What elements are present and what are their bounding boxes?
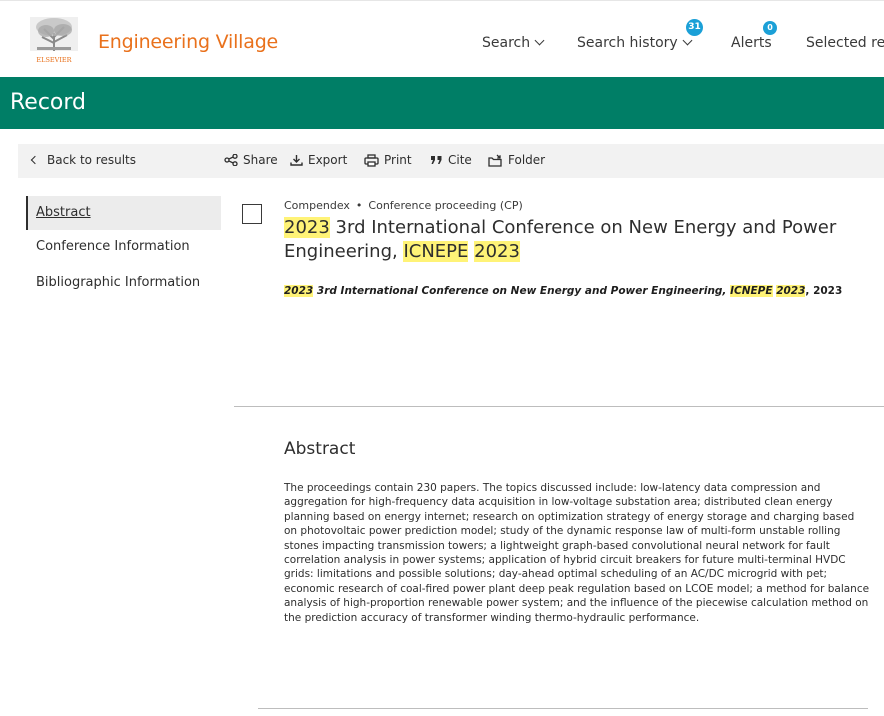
record-title: 2023 3rd International Conference on New… [284,216,844,264]
app-title[interactable]: Engineering Village [98,31,278,53]
cite-label: Cite [448,153,472,167]
alerts-count-badge: 0 [763,21,777,35]
printer-icon [364,153,379,167]
print-label: Print [384,153,412,167]
citation-line: 2023 3rd International Conference on New… [284,285,842,297]
share-icon [224,154,238,166]
citation-highlight: ICNEPE [730,285,773,297]
download-icon [290,155,303,166]
nav-alerts[interactable]: Alerts [731,35,772,51]
sidebar-item-bibliographic-information[interactable]: Bibliographic Information [26,266,221,300]
sidebar-item-abstract[interactable]: Abstract [26,196,221,230]
title-highlight: ICNEPE [403,241,469,262]
svg-text:ELSEVIER: ELSEVIER [36,56,72,64]
nav-search-history[interactable]: Search history [577,35,693,51]
export-label: Export [308,153,348,167]
share-label: Share [243,153,278,167]
folder-button[interactable]: Folder [488,153,545,167]
page-title: Record [10,90,87,115]
add-to-folder-icon [488,154,502,167]
abstract-heading: Abstract [284,439,356,459]
record-toolbar: Back to results Share Export Print Cite [18,144,884,178]
citation-highlight: 2023 [776,285,806,297]
title-highlight: 2023 [284,217,330,238]
citation-highlight: 2023 [284,285,314,297]
quote-icon [431,156,442,164]
nav-search-history-label: Search history [577,35,678,51]
nav-search-label: Search [482,35,531,51]
select-record-checkbox[interactable] [242,204,262,224]
citation-year: , 2023 [805,285,843,297]
abstract-text: The proceedings contain 230 papers. The … [284,482,870,624]
database-label: Compendex [284,199,350,212]
chevron-left-icon [30,155,40,165]
nav-search[interactable]: Search [482,35,545,51]
separator-dot: • [355,199,363,212]
share-button[interactable]: Share [224,153,278,167]
section-divider [234,406,884,407]
search-history-count-badge: 31 [686,19,703,36]
back-to-results-label: Back to results [47,153,137,167]
sidebar-item-conference-information[interactable]: Conference Information [26,230,221,264]
export-button[interactable]: Export [290,153,347,167]
title-highlight: 2023 [474,241,520,262]
chevron-down-icon [682,35,693,46]
record-banner: Record [0,77,884,129]
back-to-results-link[interactable]: Back to results [30,153,137,167]
top-header: ELSEVIER Engineering Village Search Sear… [0,0,884,77]
document-type-label: Conference proceeding (CP) [368,199,523,212]
folder-label: Folder [508,153,546,167]
citation-text: 3rd International Conference on New Ener… [313,285,731,297]
cite-button[interactable]: Cite [430,153,472,167]
record-meta: Compendex • Conference proceeding (CP) [284,199,523,212]
nav-selected-records[interactable]: Selected re [806,35,884,51]
elsevier-logo[interactable]: ELSEVIER [24,15,84,65]
print-button[interactable]: Print [364,153,412,167]
title-text: 3rd International Conference on New Ener… [284,217,837,262]
chevron-down-icon [534,35,545,46]
section-divider [258,708,868,709]
